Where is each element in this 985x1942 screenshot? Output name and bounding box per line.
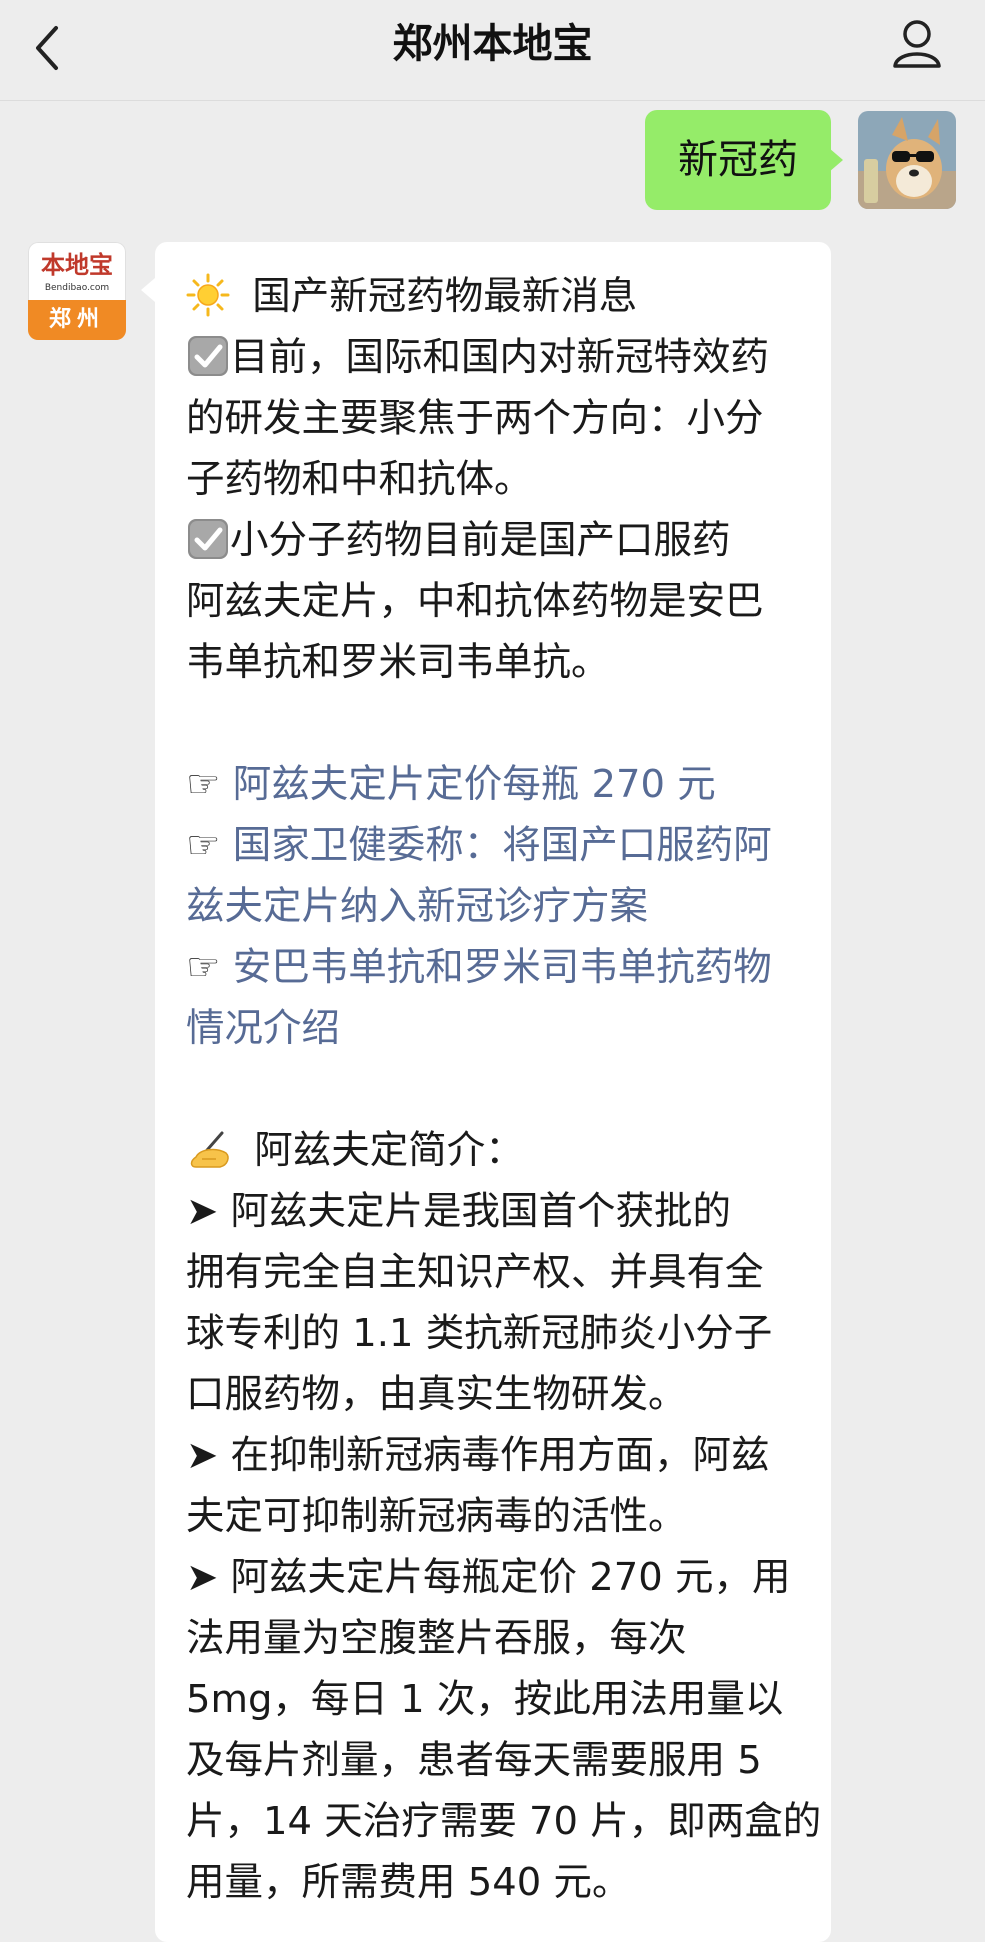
sun-icon bbox=[186, 273, 230, 317]
bullet-2: ➤ 在抑制新冠病毒作用方面，阿兹 bbox=[186, 1425, 806, 1486]
bullet-text: 阿兹夫定片每瓶定价 270 元，用 bbox=[230, 1555, 791, 1600]
bullet-1-line: 拥有完全自主知识产权、并具有全 bbox=[186, 1250, 764, 1295]
link-text[interactable]: 兹夫定片纳入新冠诊疗方案 bbox=[186, 876, 806, 937]
heading-text: 国产新冠药物最新消息 bbox=[252, 274, 638, 319]
profile-icon bbox=[893, 20, 941, 68]
bullet-arrow-icon: ➤ bbox=[186, 1555, 219, 1600]
bullet-text: 在抑制新冠病毒作用方面，阿兹 bbox=[230, 1433, 770, 1478]
bullet-arrow-icon: ➤ bbox=[186, 1433, 219, 1478]
user-avatar[interactable] bbox=[858, 111, 956, 209]
logo-text: 本地宝 bbox=[41, 250, 113, 279]
message-heading: 国产新冠药物最新消息 bbox=[186, 266, 806, 327]
bullet-3-line: 5mg，每日 1 次，按此用法用量以 bbox=[186, 1677, 784, 1722]
paragraph-2-line: 小分子药物目前是国产口服药 bbox=[186, 510, 806, 571]
link-treatment-plan[interactable]: ☞ 国家卫健委称：将国产口服药阿 bbox=[186, 815, 806, 876]
check-icon bbox=[188, 519, 228, 559]
paragraph-1-text: 目前，国际和国内对新冠特效药 bbox=[230, 335, 770, 380]
bullet-3-line: 用量，所需费用 540 元。 bbox=[186, 1860, 631, 1905]
bullet-arrow-icon: ➤ bbox=[186, 1189, 219, 1234]
check-icon bbox=[188, 336, 228, 376]
pointing-hand-icon: ☞ bbox=[186, 762, 221, 807]
bullet-2-line: 夫定可抑制新冠病毒的活性。 bbox=[186, 1494, 687, 1539]
intro-title: 阿兹夫定简介： bbox=[186, 1120, 806, 1181]
page-title: 郑州本地宝 bbox=[392, 21, 593, 67]
sent-message-bubble[interactable]: 新冠药 bbox=[645, 110, 831, 210]
paragraph-2-text: 小分子药物目前是国产口服药 bbox=[230, 518, 731, 563]
link-text[interactable]: 国家卫健委称：将国产口服药阿 bbox=[233, 823, 772, 868]
link-price[interactable]: ☞ 阿兹夫定片定价每瓶 270 元 bbox=[186, 754, 806, 815]
paragraph-2-line: 韦单抗和罗米司韦单抗。 bbox=[186, 640, 610, 685]
top-bar: 郑州本地宝 bbox=[0, 0, 985, 101]
link-text[interactable]: 阿兹夫定片定价每瓶 270 元 bbox=[233, 762, 716, 807]
message-content: 国产新冠药物最新消息 目前，国际和国内对新冠特效药 的研发主要聚焦于两个方向：小… bbox=[186, 266, 822, 1913]
bullet-3-line: 法用量为空腹整片吞服，每次 bbox=[186, 1616, 687, 1661]
link-text[interactable]: 安巴韦单抗和罗米司韦单抗药物 bbox=[233, 945, 772, 990]
paragraph-2-line: 阿兹夫定片，中和抗体药物是安巴 bbox=[186, 579, 764, 624]
bullet-3-line: 及每片剂量，患者每天需要服用 5 bbox=[186, 1738, 762, 1783]
profile-button[interactable] bbox=[887, 14, 947, 74]
pointing-hand-icon: ☞ bbox=[186, 823, 221, 868]
writing-hand-icon bbox=[190, 1131, 229, 1168]
bullet-text: 阿兹夫定片是我国首个获批的 bbox=[230, 1189, 732, 1234]
bullet-1-line: 球专利的 1.1 类抗新冠肺炎小分子 bbox=[186, 1311, 773, 1356]
link-antibody-info[interactable]: ☞ 安巴韦单抗和罗米司韦单抗药物 bbox=[186, 937, 806, 998]
logo-url: Bendibao.com bbox=[44, 283, 110, 293]
received-bubble-tail bbox=[141, 278, 155, 302]
intro-title-text: 阿兹夫定简介： bbox=[254, 1128, 524, 1173]
bullet-3-line: 片，14 天治疗需要 70 片，即两盒的 bbox=[186, 1799, 822, 1844]
link-text[interactable]: 情况介绍 bbox=[186, 998, 806, 1059]
paragraph-1-line: 子药物和中和抗体。 bbox=[186, 457, 533, 502]
dog-avatar-image bbox=[858, 111, 956, 209]
sent-bubble-tail bbox=[829, 148, 843, 172]
bullet-3: ➤ 阿兹夫定片每瓶定价 270 元，用 bbox=[186, 1547, 806, 1608]
bot-avatar[interactable]: 本地宝 Bendibao.com 郑州 bbox=[28, 242, 126, 340]
bullet-1-line: 口服药物，由真实生物研发。 bbox=[186, 1372, 687, 1417]
paragraph-1-line: 目前，国际和国内对新冠特效药 bbox=[186, 327, 806, 388]
bullet-1: ➤ 阿兹夫定片是我国首个获批的 bbox=[186, 1181, 806, 1242]
pointing-hand-icon: ☞ bbox=[186, 945, 221, 990]
logo-city: 郑州 bbox=[28, 300, 126, 340]
paragraph-1-line: 的研发主要聚焦于两个方向：小分 bbox=[186, 396, 764, 441]
